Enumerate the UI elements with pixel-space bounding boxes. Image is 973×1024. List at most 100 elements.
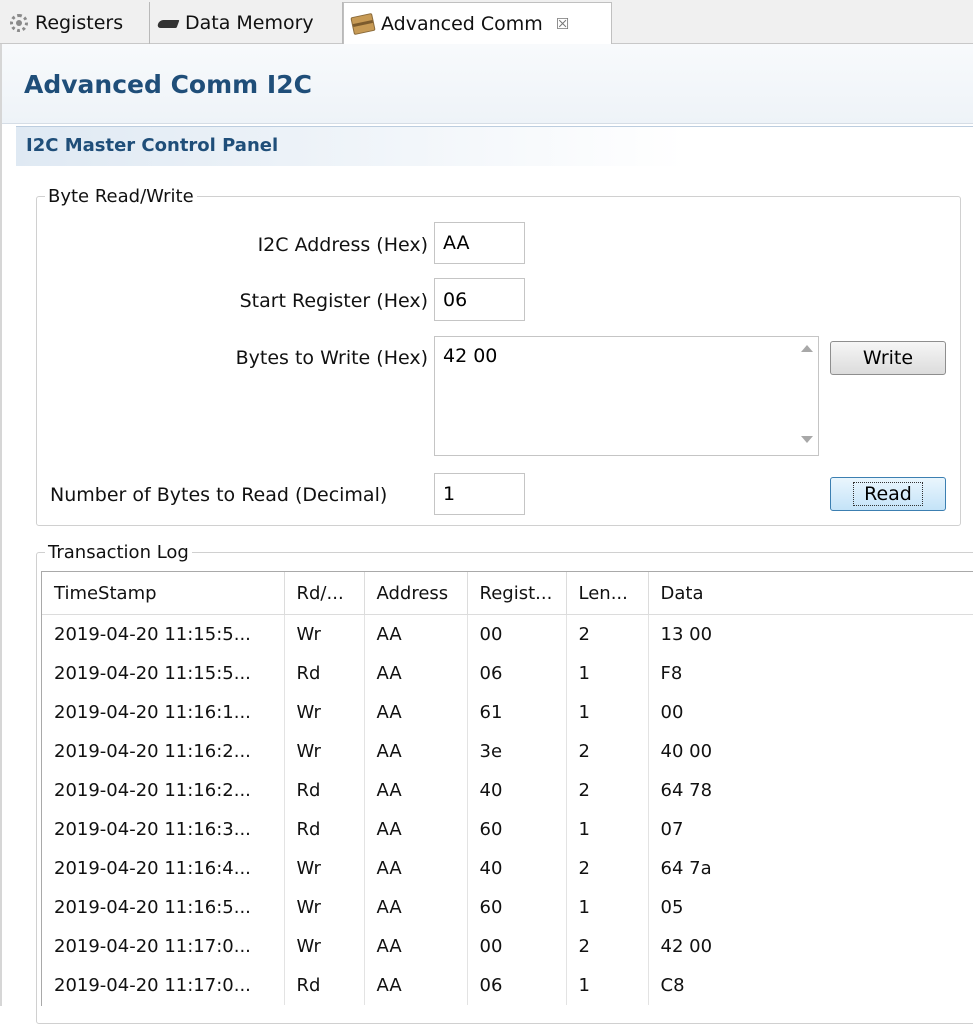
table-row[interactable]: 2019-04-20 11:16:5... Wr AA 60 1 05	[42, 888, 973, 927]
tab-advanced-comm[interactable]: Advanced Comm ☒	[343, 2, 612, 45]
read-button-label: Read	[853, 482, 923, 506]
table-header-row: TimeStamp Rd/... Address Regist... Len..…	[42, 572, 973, 615]
cell-address: AA	[364, 614, 468, 654]
gear-icon	[10, 14, 28, 32]
cell-data: 07	[648, 810, 973, 849]
cell-timestamp: 2019-04-20 11:16:2...	[42, 732, 285, 771]
cell-data: 42 00	[648, 927, 973, 966]
bytes-to-write-input[interactable]: 42 00	[435, 337, 797, 455]
i2c-address-label: I2C Address (Hex)	[257, 234, 428, 256]
bytes-to-write-label: Bytes to Write (Hex)	[235, 347, 428, 369]
cell-address: AA	[364, 888, 468, 927]
cell-address: AA	[364, 654, 468, 693]
cell-address: AA	[364, 693, 468, 732]
cell-timestamp: 2019-04-20 11:16:2...	[42, 771, 285, 810]
cell-rd-wr: Rd	[284, 810, 365, 849]
scroll-down-icon[interactable]	[801, 436, 813, 443]
table-row[interactable]: 2019-04-20 11:16:1... Wr AA 61 1 00	[42, 693, 973, 732]
table-row[interactable]: 2019-04-20 11:15:5... Wr AA 00 2 13 00	[42, 614, 973, 654]
column-header-register[interactable]: Regist...	[467, 572, 567, 615]
close-tab-icon[interactable]: ☒	[556, 15, 569, 33]
start-register-input[interactable]	[434, 278, 525, 321]
section-header: I2C Master Control Panel	[16, 126, 973, 166]
cell-register: 60	[467, 888, 567, 927]
column-header-address[interactable]: Address	[364, 572, 468, 615]
cell-register: 06	[467, 966, 567, 1005]
cell-data: 64 7a	[648, 849, 973, 888]
num-bytes-read-input[interactable]	[434, 473, 525, 515]
cell-data: 64 78	[648, 771, 973, 810]
cell-register: 00	[467, 927, 567, 966]
table-row[interactable]: 2019-04-20 11:16:4... Wr AA 40 2 64 7a	[42, 849, 973, 888]
column-header-timestamp[interactable]: TimeStamp	[42, 572, 285, 615]
cell-length: 1	[566, 693, 649, 732]
column-header-data[interactable]: Data	[648, 572, 973, 615]
cell-data: 13 00	[648, 614, 973, 654]
cell-rd-wr: Wr	[284, 732, 365, 771]
cell-timestamp: 2019-04-20 11:17:0...	[42, 966, 285, 1005]
cell-register: 40	[467, 771, 567, 810]
table-row[interactable]: 2019-04-20 11:16:3... Rd AA 60 1 07	[42, 810, 973, 849]
write-button[interactable]: Write	[830, 341, 946, 375]
i2c-address-input[interactable]	[434, 222, 525, 264]
start-register-label: Start Register (Hex)	[239, 290, 428, 312]
bytes-to-write-scrollbar[interactable]	[797, 337, 817, 455]
tab-registers[interactable]: Registers	[2, 2, 150, 44]
form-header: Advanced Comm I2C	[2, 44, 973, 124]
cell-rd-wr: Rd	[284, 654, 365, 693]
table-row[interactable]: 2019-04-20 11:16:2... Rd AA 40 2 64 78	[42, 771, 973, 810]
table-row[interactable]: 2019-04-20 11:17:0... Wr AA 00 2 42 00	[42, 927, 973, 966]
cell-length: 2	[566, 614, 649, 654]
cell-rd-wr: Rd	[284, 771, 365, 810]
cell-data: C8	[648, 966, 973, 1005]
cell-timestamp: 2019-04-20 11:16:3...	[42, 810, 285, 849]
column-header-rd-wr[interactable]: Rd/...	[284, 572, 365, 615]
cell-rd-wr: Wr	[284, 693, 365, 732]
cell-length: 2	[566, 927, 649, 966]
cell-timestamp: 2019-04-20 11:16:4...	[42, 849, 285, 888]
cell-register: 3e	[467, 732, 567, 771]
cell-length: 2	[566, 849, 649, 888]
cell-data: 05	[648, 888, 973, 927]
cell-timestamp: 2019-04-20 11:17:0...	[42, 927, 285, 966]
table-row[interactable]: 2019-04-20 11:17:0... Rd AA 06 1 C8	[42, 966, 973, 1005]
cell-address: AA	[364, 966, 468, 1005]
cell-length: 1	[566, 888, 649, 927]
package-icon	[350, 12, 376, 36]
cell-address: AA	[364, 927, 468, 966]
cell-length: 1	[566, 654, 649, 693]
cell-length: 1	[566, 966, 649, 1005]
cell-address: AA	[364, 732, 468, 771]
cell-rd-wr: Wr	[284, 888, 365, 927]
byte-read-write-legend: Byte Read/Write	[48, 186, 194, 207]
cell-register: 60	[467, 810, 567, 849]
read-button[interactable]: Read	[830, 477, 946, 511]
cell-register: 00	[467, 614, 567, 654]
cell-address: AA	[364, 771, 468, 810]
page-title: Advanced Comm I2C	[24, 70, 312, 99]
cell-timestamp: 2019-04-20 11:15:5...	[42, 654, 285, 693]
scroll-up-icon[interactable]	[801, 345, 813, 352]
cell-address: AA	[364, 810, 468, 849]
cell-register: 06	[467, 654, 567, 693]
column-header-length[interactable]: Len...	[566, 572, 649, 615]
cell-data: 00	[648, 693, 973, 732]
cell-data: 40 00	[648, 732, 973, 771]
tab-registers-label: Registers	[35, 12, 124, 34]
cell-timestamp: 2019-04-20 11:15:5...	[42, 614, 285, 654]
cell-data: F8	[648, 654, 973, 693]
bytes-to-write-box: 42 00	[434, 336, 819, 456]
cell-register: 61	[467, 693, 567, 732]
transaction-log-legend: Transaction Log	[48, 542, 189, 563]
section-title: I2C Master Control Panel	[26, 135, 279, 156]
cell-rd-wr: Wr	[284, 927, 365, 966]
cell-timestamp: 2019-04-20 11:16:5...	[42, 888, 285, 927]
table-body: 2019-04-20 11:15:5... Wr AA 00 2 13 00 2019-04…	[42, 614, 973, 1005]
cell-timestamp: 2019-04-20 11:16:1...	[42, 693, 285, 732]
cell-length: 1	[566, 810, 649, 849]
table-row[interactable]: 2019-04-20 11:15:5... Rd AA 06 1 F8	[42, 654, 973, 693]
table-row[interactable]: 2019-04-20 11:16:2... Wr AA 3e 2 40 00	[42, 732, 973, 771]
tab-data-memory[interactable]: Data Memory	[150, 2, 343, 44]
transaction-log-table[interactable]: TimeStamp Rd/... Address Regist... Len..…	[41, 571, 973, 1006]
editor-tab-bar: Registers Data Memory Advanced Comm ☒	[0, 0, 973, 45]
